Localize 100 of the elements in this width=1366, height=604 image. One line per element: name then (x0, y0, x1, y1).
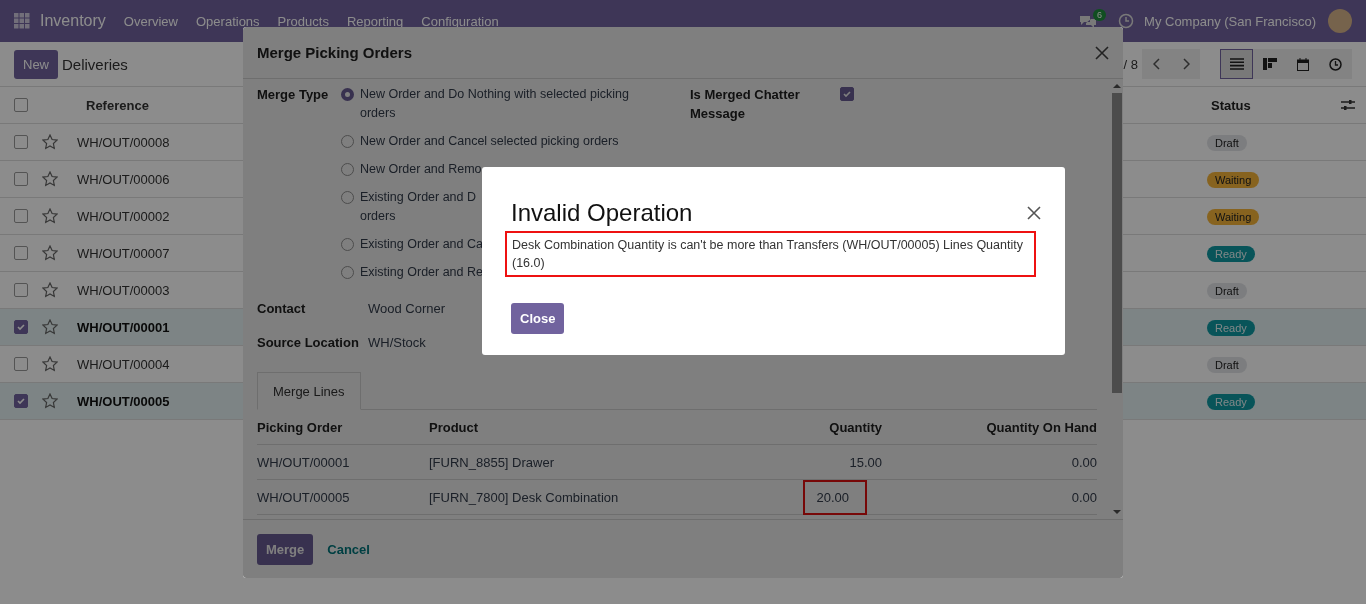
status-tag: Draft (1207, 282, 1247, 299)
calendar-icon (1296, 57, 1309, 71)
checkmark-icon (16, 396, 26, 406)
field-label: Merge Type (257, 87, 330, 102)
kanban-icon (1262, 58, 1277, 70)
column-header: Quantity (828, 419, 882, 435)
table-cell: WH/OUT/00004 (77, 356, 170, 372)
row-checkbox[interactable] (14, 246, 28, 260)
status-tag: Ready (1207, 393, 1255, 410)
row-checkbox[interactable] (14, 320, 28, 334)
list-icon (1229, 58, 1244, 70)
checkmark-icon (842, 89, 852, 99)
table-cell: WH/OUT/00002 (77, 208, 170, 224)
field-value: Wood Corner (368, 301, 446, 316)
status-tag: Waiting (1207, 171, 1260, 188)
new-button[interactable]: New (14, 49, 58, 79)
settings-sliders-icon[interactable] (1341, 99, 1355, 111)
dialog-title: Invalid Operation (511, 199, 694, 227)
select-all-checkbox[interactable] (14, 98, 28, 112)
breadcrumb: Deliveries (62, 55, 128, 73)
table-cell-text: 0.00 (1070, 489, 1097, 505)
close-icon[interactable] (1095, 45, 1109, 60)
field-label: Contact (257, 301, 307, 316)
radio-label[interactable]: orders (360, 104, 629, 123)
column-header[interactable]: Reference (86, 97, 149, 113)
checkmark-icon (16, 322, 26, 332)
close-icon[interactable] (1027, 206, 1041, 220)
app-name[interactable]: Inventory (40, 12, 106, 30)
row-checkbox[interactable] (14, 209, 28, 223)
table-cell-text: WH/OUT/00001 (257, 454, 351, 470)
status-tag: Ready (1207, 245, 1255, 262)
radio-label[interactable]: Existing Order and Re (360, 263, 483, 282)
menu-item[interactable]: Overview (123, 13, 178, 29)
radio-label[interactable]: orders (360, 207, 477, 226)
star-icon[interactable] (42, 134, 58, 150)
star-icon[interactable] (42, 282, 58, 298)
clock-icon[interactable] (1118, 13, 1135, 29)
radio-label[interactable]: New Order and Remo (360, 160, 482, 179)
radio-label[interactable]: Existing Order and D (360, 188, 477, 207)
app-grid-icon[interactable] (14, 13, 30, 29)
radio-label[interactable]: New Order and Do Nothing with selected picking (360, 85, 629, 104)
radio-button[interactable] (341, 88, 354, 101)
next-button[interactable] (1171, 49, 1200, 79)
pager-value: / 8 (1123, 56, 1138, 72)
scroll-down-icon[interactable] (1113, 509, 1121, 515)
column-header: Product (429, 419, 480, 435)
menu-item[interactable]: Configuration (421, 13, 499, 29)
star-icon[interactable] (42, 319, 58, 335)
status-tag: Ready (1207, 319, 1255, 336)
star-icon[interactable] (42, 393, 58, 409)
table-cell-text: [FURN_7800] Desk Combination (429, 489, 620, 505)
dialog-title: Merge Picking Orders (257, 44, 414, 61)
table-cell: WH/OUT/00001 (77, 319, 170, 335)
radio-label[interactable]: New Order and Cancel selected picking orders (360, 132, 619, 151)
company-name[interactable]: My Company (San Francisco) (1144, 13, 1316, 29)
star-icon[interactable] (42, 171, 58, 187)
table-cell: WH/OUT/00007 (77, 245, 170, 261)
star-icon[interactable] (42, 208, 58, 224)
status-tag: Draft (1207, 356, 1247, 373)
chevron-right-icon (1181, 58, 1190, 70)
field-label: Source Location (257, 335, 360, 350)
previous-button[interactable] (1142, 49, 1171, 79)
star-icon[interactable] (42, 245, 58, 261)
row-checkbox[interactable] (14, 357, 28, 371)
clock-icon (1329, 57, 1342, 71)
table-cell: WH/OUT/00006 (77, 171, 170, 187)
merge-button[interactable]: Merge (257, 533, 314, 565)
table-cell-text: [FURN_8855] Drawer (429, 454, 555, 470)
field-value: WH/Stock (368, 335, 426, 350)
column-header: Quantity On Hand (985, 419, 1097, 435)
tab[interactable]: Merge Lines (257, 372, 361, 410)
table-cell: WH/OUT/00008 (77, 134, 170, 150)
menu-item[interactable]: Products (277, 13, 329, 29)
list-view-button[interactable] (1220, 49, 1253, 79)
row-checkbox[interactable] (14, 135, 28, 149)
table-cell-text: 15.00 (848, 454, 882, 470)
scroll-up-icon[interactable] (1113, 83, 1121, 89)
checkbox[interactable] (840, 87, 854, 101)
column-header[interactable]: Status (1211, 97, 1341, 113)
activity-view-button[interactable] (1319, 49, 1352, 79)
menu-item[interactable]: Operations (196, 13, 260, 29)
cancel-button[interactable]: Cancel (319, 533, 378, 565)
table-cell: WH/OUT/00005 (77, 393, 170, 409)
avatar-placeholder[interactable] (1328, 9, 1352, 33)
table-cell: 20.00 (805, 481, 865, 513)
star-icon[interactable] (42, 356, 58, 372)
chat-icon[interactable] (1079, 13, 1098, 29)
table-cell: WH/OUT/00003 (77, 282, 170, 298)
close-button[interactable]: Close (511, 303, 565, 334)
chevron-left-icon (1152, 58, 1161, 70)
row-checkbox[interactable] (14, 172, 28, 186)
row-checkbox[interactable] (14, 283, 28, 297)
status-tag: Waiting (1207, 208, 1260, 225)
status-tag: Draft (1207, 134, 1247, 151)
radio-label[interactable]: Existing Order and Ca (360, 235, 483, 254)
table-cell-text: 0.00 (1070, 454, 1097, 470)
row-checkbox[interactable] (14, 394, 28, 408)
kanban-view-button[interactable] (1253, 49, 1286, 79)
notification-badge: 6 (1093, 9, 1107, 21)
error-message: Desk Combination Quantity is can't be more than Transfers (WH/OUT/00005) Lines Quantity (16.0) (505, 231, 1036, 277)
